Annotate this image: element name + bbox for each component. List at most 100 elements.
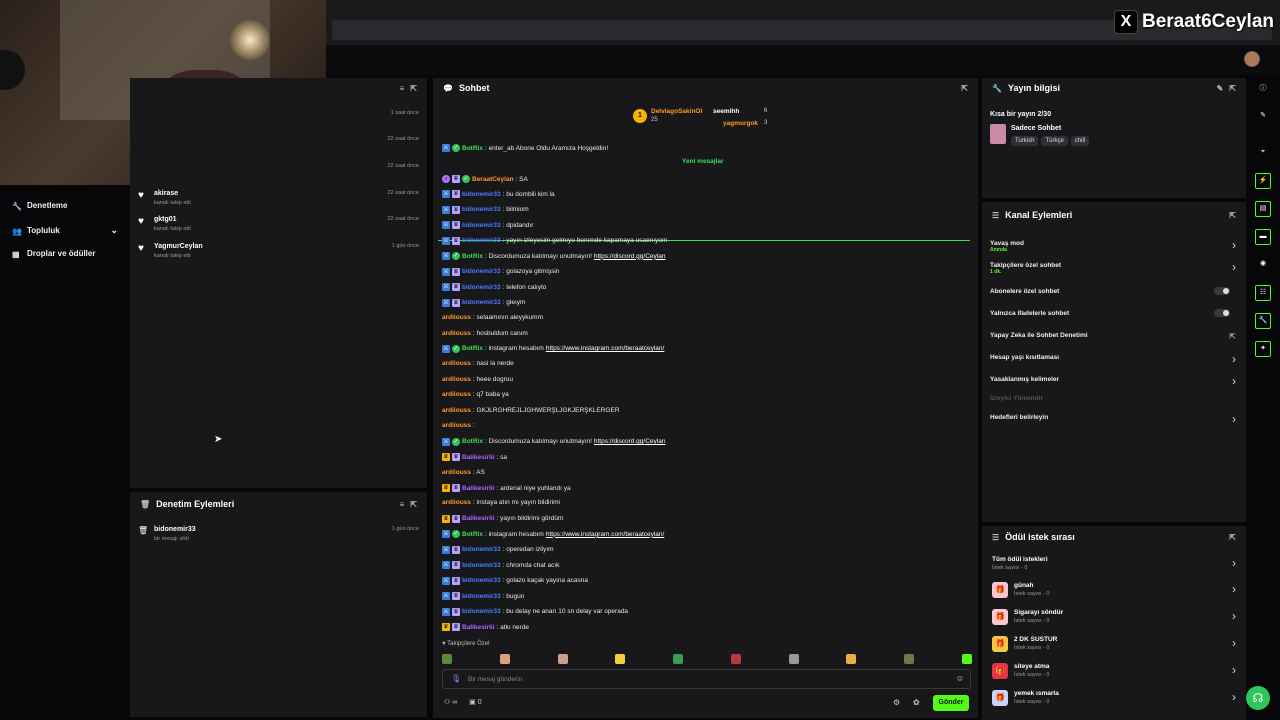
reward-row[interactable]: 🎁 2 DK SUSTUR İstek sayısı - 0 ›	[992, 634, 1236, 656]
chat-username[interactable]: BeraatCeylan	[472, 176, 514, 183]
activity-row: ♥ YagmurCeylan kanalı takip etti 1 gün ö…	[138, 243, 419, 259]
nav-item-droplar[interactable]: ▦ Droplar ve ödüller	[12, 249, 95, 259]
chat-username[interactable]: bidonemir33	[462, 191, 501, 198]
chat-username[interactable]: BotRix	[462, 345, 483, 352]
heart-icon: ♥	[138, 216, 144, 227]
ai-moderation-row[interactable]: Yapay Zeka ile Sohbet Denetimi ⇱	[990, 332, 1236, 341]
edit-icon[interactable]: ✎	[1255, 109, 1271, 125]
gift-icon[interactable]: ✦	[1255, 341, 1271, 357]
chat-username[interactable]: Balikesirlii	[462, 624, 495, 631]
emote-icon[interactable]	[904, 654, 915, 664]
document-icon[interactable]: ▤	[1255, 201, 1271, 217]
emote-icon[interactable]	[499, 654, 510, 664]
chat-username[interactable]: bidonemir33	[462, 206, 501, 213]
popout-icon[interactable]: ⇱	[410, 500, 417, 509]
emote-icon[interactable]	[615, 654, 626, 664]
chat-username[interactable]: bidonemir33	[462, 284, 501, 291]
emote-icon[interactable]	[846, 654, 857, 664]
followers-only-row[interactable]: Takipçilere özel sohbet 1 dk. ›	[990, 260, 1236, 275]
lock-icon[interactable]: ▣	[469, 699, 476, 706]
users-icon[interactable]: ⚇ ∞	[444, 699, 457, 706]
chat-username[interactable]: ardiiouss	[442, 330, 471, 337]
chat-username[interactable]: bidonemir33	[462, 268, 501, 275]
heart-icon: ♥	[138, 190, 144, 201]
avatar[interactable]	[1244, 51, 1260, 67]
reward-row[interactable]: 🎁 günah İstek sayısı - 0 ›	[992, 580, 1236, 602]
info-icon[interactable]: ⓘ	[1255, 82, 1271, 98]
sliders-icon[interactable]: ☷	[1255, 285, 1271, 301]
chat-input[interactable]: 🎙 Bir mesaj gönderin ☺	[442, 669, 971, 689]
popout-icon[interactable]: ⇱	[410, 84, 417, 93]
mod-badge-icon: ⚔	[442, 561, 450, 570]
help-icon[interactable]: ☊	[1246, 686, 1270, 710]
emotes-only-toggle[interactable]	[1214, 309, 1230, 317]
chat-message: ⚔ ♛ bidonemir33: golazoya gitmişsin	[442, 267, 559, 276]
chat-link[interactable]: https://discord.gg/Ceylan	[594, 438, 666, 445]
emote-icon[interactable]	[442, 654, 452, 664]
chat-username[interactable]: Balikesirlii	[462, 454, 495, 461]
chat-username[interactable]: bidonemir33	[462, 593, 501, 600]
chat-username[interactable]: Balikesirlii	[462, 515, 495, 522]
edit-icon[interactable]: ✎	[1217, 84, 1224, 93]
lightning-icon[interactable]: ⚡	[1255, 173, 1271, 189]
emote-icon[interactable]	[730, 654, 741, 664]
emote-icon[interactable]	[961, 654, 972, 664]
chat-username[interactable]: bidonemir33	[462, 299, 501, 306]
chat-username[interactable]: bidonemir33	[462, 222, 501, 229]
chat-username[interactable]: BotRix	[462, 253, 483, 260]
chat-username[interactable]: ardiiouss	[442, 360, 471, 367]
chat-text: : hosbuldum canım	[472, 329, 528, 337]
reward-row[interactable]: 🎁 yemek ısmarla İstek sayısı - 0 ›	[992, 688, 1236, 710]
mic-icon[interactable]: 🎙	[451, 674, 461, 683]
chat-link[interactable]: https://www.instagram.com/beraatceylan/	[546, 345, 665, 352]
chat-username[interactable]: bidonemir33	[462, 237, 501, 244]
all-rewards-row[interactable]: Tüm ödül istekleri İstek sayısı - 0 ›	[992, 554, 1236, 576]
subscribers-only-toggle[interactable]	[1214, 287, 1230, 295]
filter-icon[interactable]: ≡	[400, 84, 405, 93]
chat-username[interactable]: ardiiouss	[442, 469, 471, 476]
gear-icon[interactable]: ⚙	[893, 698, 900, 707]
chat-username[interactable]: ardiiouss	[442, 407, 471, 414]
chat-username[interactable]: ardiiouss	[442, 314, 471, 321]
banned-words-row[interactable]: Yasaklanmış kelimeler ›	[990, 374, 1236, 388]
emote-icon[interactable]	[557, 654, 568, 664]
chevron-right-icon: ›	[1232, 412, 1236, 426]
popout-icon[interactable]: ⇱	[1229, 84, 1236, 93]
chat-username[interactable]: bidonemir33	[462, 608, 501, 615]
chat-message: ⚔ ♛ bidonemir33: bu delay ne anarı 10 sn d…	[442, 607, 628, 616]
account-age-row[interactable]: Hesap yaşı kısıtlaması ›	[990, 352, 1236, 366]
crosshair-icon[interactable]: ⌖	[1255, 145, 1271, 161]
chat-username[interactable]: ardiiouss	[442, 499, 471, 506]
send-button[interactable]: Gönder	[933, 695, 969, 711]
chat-username[interactable]: bidonemir33	[462, 577, 501, 584]
chat-username[interactable]: bidonemir33	[462, 562, 501, 569]
subscriber-badge-icon: ♛	[452, 592, 460, 601]
chat-icon[interactable]: ▬	[1255, 229, 1271, 245]
goals-row[interactable]: Hedefleri belirleyin ›	[990, 412, 1236, 426]
chat-username[interactable]: ardiiouss	[442, 391, 471, 398]
settings-icon[interactable]: ✿	[913, 698, 920, 707]
emote-icon[interactable]	[673, 654, 684, 664]
chat-username[interactable]: bidonemir33	[462, 546, 501, 553]
chat-link[interactable]: https://www.instagram.com/beraatceylan/	[546, 531, 665, 538]
chat-username[interactable]: BotRix	[462, 438, 483, 445]
popout-icon[interactable]: ⇱	[1229, 533, 1236, 542]
chat-username[interactable]: Balikesirlii	[462, 485, 495, 492]
chat-username[interactable]: BotRix	[462, 531, 483, 538]
reward-row[interactable]: 🎁 siteye atma İstek sayısı - 0 ›	[992, 661, 1236, 683]
emote-icon[interactable]	[788, 654, 799, 664]
popout-icon[interactable]: ⇱	[1229, 211, 1236, 220]
nav-item-topluluk[interactable]: 👥 Topluluk ⌄	[12, 225, 118, 236]
chat-link[interactable]: https://discord.gg/Ceylan	[594, 253, 666, 260]
slow-mode-row[interactable]: Yavaş mod Anında ›	[990, 238, 1236, 253]
chat-username[interactable]: ardiiouss	[442, 422, 471, 429]
filter-icon[interactable]: ≡	[400, 500, 405, 509]
broadcast-icon[interactable]: ◉	[1255, 257, 1271, 273]
popout-icon[interactable]: ⇱	[961, 84, 968, 93]
nav-item-denetleme[interactable]: 🔧 Denetleme	[12, 201, 67, 211]
reward-row[interactable]: 🎁 Sigarayı söndür İstek sayısı - 0 ›	[992, 607, 1236, 629]
chat-text: : bugun	[502, 592, 525, 600]
wrench-icon[interactable]: 🔧	[1255, 313, 1271, 329]
emoji-icon[interactable]: ☺	[956, 674, 964, 683]
chat-username[interactable]: ardiiouss	[442, 376, 471, 383]
